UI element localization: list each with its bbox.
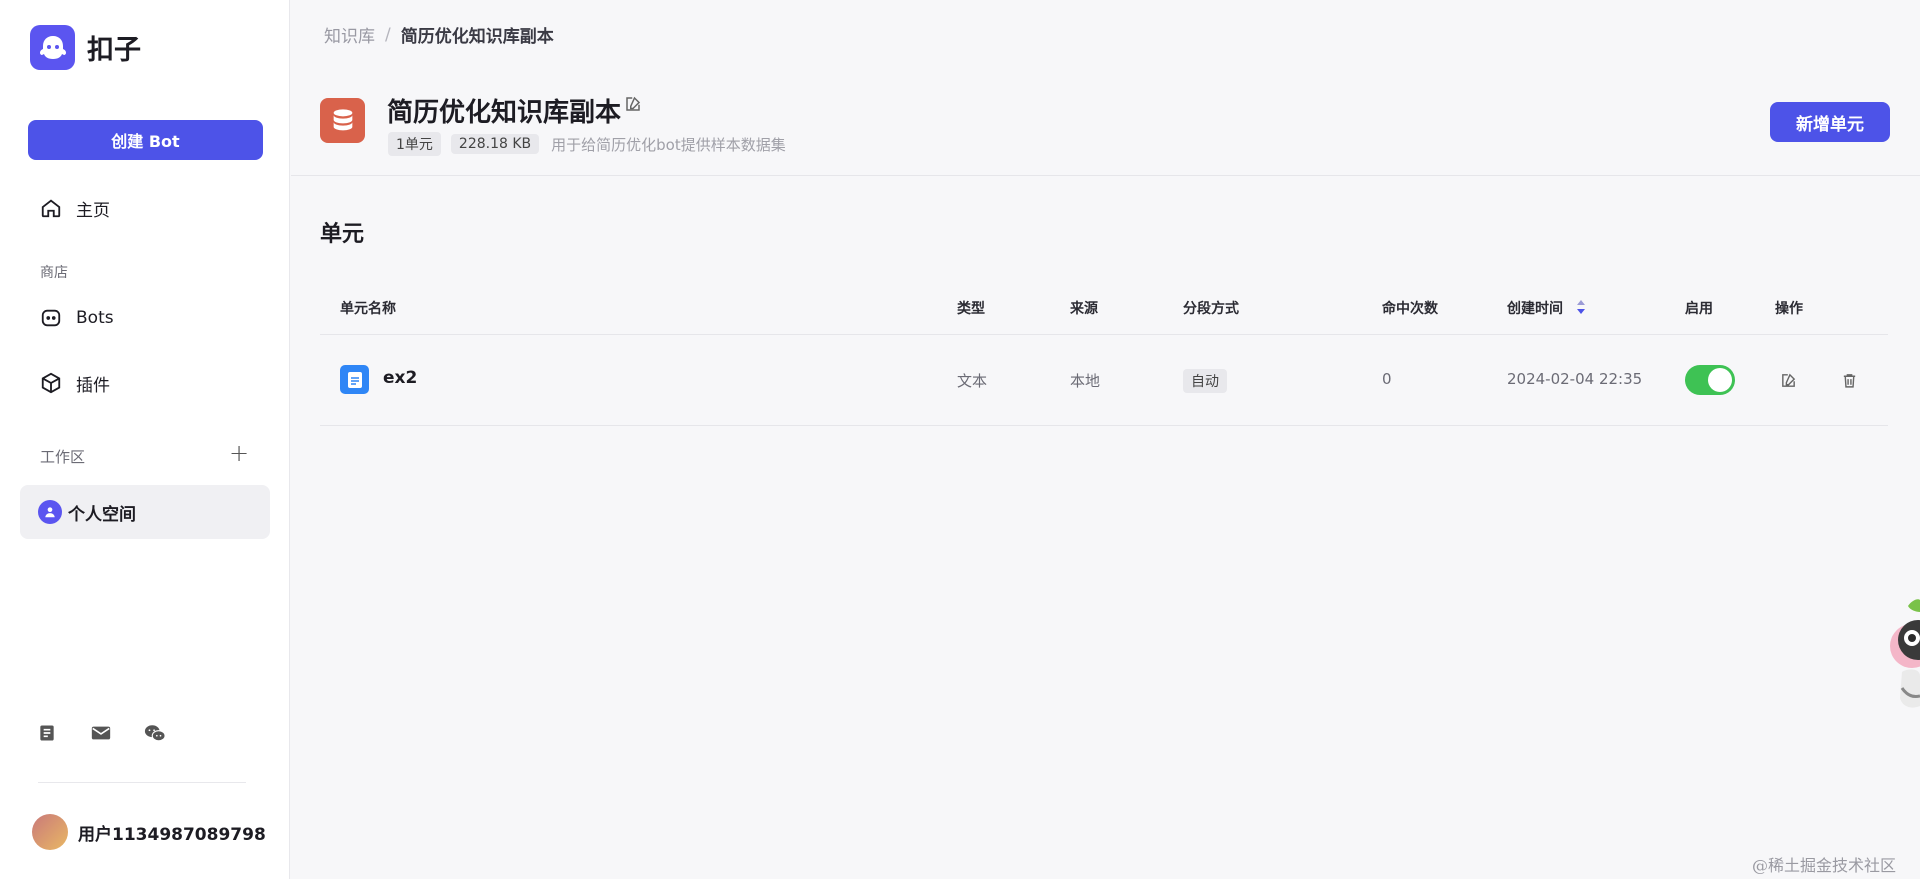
database-icon <box>320 98 365 143</box>
edit-title-icon[interactable] <box>624 95 644 115</box>
document-icon[interactable] <box>34 720 60 746</box>
floating-assistant-mascot[interactable] <box>1872 598 1920 728</box>
watermark: @稀土掘金技术社区 <box>1752 856 1897 875</box>
column-header-segment: 分段方式 <box>1183 301 1239 317</box>
unit-source: 本地 <box>1070 372 1101 390</box>
text-file-icon <box>340 365 369 394</box>
size-badge: 228.18 KB <box>450 134 540 154</box>
breadcrumb: 知识库 / 简历优化知识库副本 <box>324 22 554 48</box>
column-header-created-label: 创建时间 <box>1507 301 1563 317</box>
breadcrumb-knowledge-base[interactable]: 知识库 <box>324 22 375 47</box>
app-name: 扣子 <box>87 35 141 66</box>
bot-icon <box>38 305 64 331</box>
delete-icon[interactable] <box>1838 369 1860 391</box>
sidebar-divider <box>38 782 246 783</box>
breadcrumb-current: 简历优化知识库副本 <box>400 27 554 47</box>
sidebar-item-plugins[interactable]: 插件 <box>28 363 268 403</box>
column-header-source: 来源 <box>1070 301 1098 317</box>
sidebar-item-label: 插件 <box>76 375 110 396</box>
column-header-name: 单元名称 <box>340 301 396 317</box>
unit-created-time: 2024-02-04 22:35 <box>1507 370 1643 388</box>
sidebar-item-home[interactable]: 主页 <box>28 188 268 228</box>
app-logo[interactable]: 扣子 <box>30 25 141 70</box>
wechat-icon[interactable] <box>142 720 168 746</box>
section-title: 单元 <box>320 222 365 247</box>
unit-name[interactable]: ex2 <box>383 368 417 388</box>
store-section-label: 商店 <box>40 265 68 281</box>
page-title: 简历优化知识库副本 <box>387 98 622 128</box>
header-divider <box>291 175 1920 176</box>
unit-type: 文本 <box>957 372 988 390</box>
column-header-enabled: 启用 <box>1685 301 1713 317</box>
sidebar-footer-icons <box>34 720 168 746</box>
enable-toggle[interactable] <box>1685 365 1735 395</box>
add-unit-button[interactable]: 新增单元 <box>1770 102 1890 142</box>
user-profile[interactable]: 用户1134987089798 <box>32 814 266 850</box>
cube-icon <box>38 370 64 396</box>
sort-icon[interactable] <box>1576 299 1586 319</box>
table-header-divider <box>320 334 1888 335</box>
avatar <box>32 814 68 850</box>
table-row-divider <box>320 425 1888 426</box>
column-header-type: 类型 <box>957 301 985 317</box>
segment-badge: 自动 <box>1183 369 1227 393</box>
user-icon <box>38 500 62 524</box>
sidebar-item-label: 主页 <box>76 200 110 221</box>
sidebar-item-label: Bots <box>76 308 114 328</box>
workspace-section-label: 工作区 <box>40 448 86 466</box>
sidebar-item-bots[interactable]: Bots <box>28 298 268 338</box>
user-name: 用户1134987089798 <box>78 824 266 845</box>
column-header-created[interactable]: 创建时间 <box>1507 298 1586 319</box>
coze-logo-icon <box>30 25 75 70</box>
column-header-ops: 操作 <box>1775 301 1803 317</box>
toggle-knob <box>1708 368 1732 392</box>
add-workspace-icon[interactable]: + <box>228 441 250 465</box>
column-header-hits: 命中次数 <box>1382 301 1438 317</box>
knowledge-base-meta: 1单元 228.18 KB 用于给简历优化bot提供样本数据集 <box>388 132 786 156</box>
sidebar-item-personal-space[interactable]: 个人空间 <box>20 485 270 539</box>
mail-icon[interactable] <box>88 720 114 746</box>
home-icon <box>38 195 64 221</box>
unit-hits: 0 <box>1382 370 1392 388</box>
breadcrumb-separator: / <box>385 24 391 45</box>
workspace-label: 个人空间 <box>68 504 136 525</box>
sidebar: 扣子 创建 Bot 主页 商店 Bots 插件 工作区 + 个人空间 用户113… <box>0 0 290 879</box>
unit-count-badge: 1单元 <box>388 132 441 156</box>
knowledge-base-description: 用于给简历优化bot提供样本数据集 <box>551 135 786 154</box>
edit-icon[interactable] <box>1777 369 1799 391</box>
create-bot-button[interactable]: 创建 Bot <box>28 120 263 160</box>
